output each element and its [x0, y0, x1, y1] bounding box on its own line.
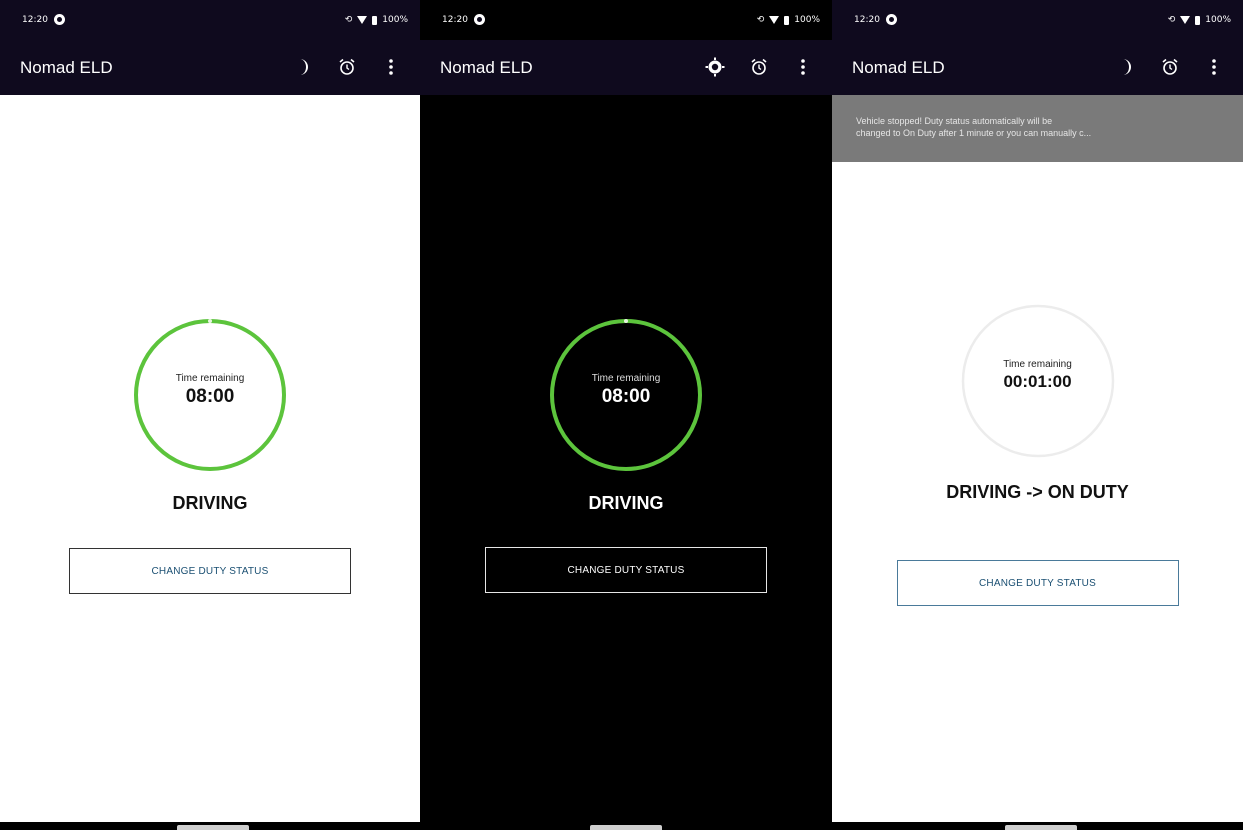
- time-remaining-value: 00:01:00: [1003, 372, 1072, 391]
- status-bar: 12:20 ⟲ 100%: [0, 0, 420, 40]
- app-title: Nomad ELD: [440, 58, 533, 77]
- screen-light-transition: 12:20 ⟲ 100% Nomad ELD Vehicle stopped! …: [832, 0, 1243, 830]
- app-title: Nomad ELD: [20, 58, 113, 77]
- status-time: 12:20: [442, 15, 468, 25]
- nav-bar: [420, 822, 832, 830]
- wifi-icon: [1180, 16, 1191, 24]
- alarm-icon[interactable]: [748, 56, 770, 78]
- app-toolbar: Nomad ELD: [0, 40, 420, 95]
- notification-icon: [474, 14, 485, 25]
- more-options-icon[interactable]: [380, 56, 402, 78]
- sun-icon[interactable]: [704, 56, 726, 78]
- time-remaining-label: Time remaining: [175, 373, 245, 384]
- time-remaining-value: 08:00: [601, 386, 651, 407]
- time-remaining-ring: Time remaining 08:00: [549, 318, 703, 472]
- home-indicator[interactable]: [177, 825, 249, 830]
- screen-light-driving: 12:20 ⟲ 100% Nomad ELD Time remaining 08…: [0, 0, 420, 830]
- time-remaining-value: 08:00: [185, 386, 235, 407]
- moon-icon[interactable]: [292, 56, 314, 78]
- change-duty-status-button[interactable]: CHANGE DUTY STATUS: [69, 548, 351, 594]
- moon-icon[interactable]: [1115, 56, 1137, 78]
- time-remaining-ring: Time remaining 00:01:00: [960, 303, 1116, 459]
- battery-level: 100%: [794, 15, 820, 25]
- nav-bar: [0, 822, 420, 830]
- app-toolbar: Nomad ELD: [832, 40, 1243, 95]
- time-remaining-label: Time remaining: [1003, 359, 1072, 370]
- status-time: 12:20: [22, 15, 48, 25]
- status-bar: 12:20 ⟲ 100%: [420, 0, 832, 40]
- change-duty-status-button[interactable]: CHANGE DUTY STATUS: [896, 560, 1179, 606]
- wifi-icon: [357, 16, 368, 24]
- battery-level: 100%: [382, 15, 408, 25]
- screen-dark-driving: 12:20 ⟲ 100% Nomad ELD Time remaining 08…: [420, 0, 832, 830]
- app-title: Nomad ELD: [852, 58, 945, 77]
- more-options-icon[interactable]: [792, 56, 814, 78]
- time-remaining-ring: Time remaining 08:00: [133, 318, 287, 472]
- status-bar: 12:20 ⟲ 100%: [832, 0, 1243, 40]
- battery-icon: [1195, 15, 1201, 25]
- battery-level: 100%: [1205, 15, 1231, 25]
- home-indicator[interactable]: [1005, 825, 1077, 830]
- notification-icon: [886, 14, 897, 25]
- banner-line-2: changed to On Duty after 1 minute or you…: [856, 128, 1092, 138]
- duty-status: DRIVING: [172, 493, 248, 513]
- banner-line-1: Vehicle stopped! Duty status automatical…: [856, 116, 1053, 126]
- alarm-icon[interactable]: [1159, 56, 1181, 78]
- sync-icon: ⟲: [344, 15, 353, 25]
- duty-status: DRIVING -> ON DUTY: [946, 482, 1129, 502]
- duty-status: DRIVING: [588, 493, 664, 513]
- sync-icon: ⟲: [1167, 15, 1176, 25]
- nav-bar: [832, 822, 1243, 830]
- notification-icon: [54, 14, 65, 25]
- status-time: 12:20: [854, 15, 880, 25]
- more-options-icon[interactable]: [1203, 56, 1225, 78]
- home-indicator[interactable]: [590, 825, 662, 830]
- time-remaining-label: Time remaining: [591, 373, 661, 384]
- sync-icon: ⟲: [756, 15, 765, 25]
- vehicle-stopped-banner: Vehicle stopped! Duty status automatical…: [832, 95, 1243, 162]
- app-toolbar: Nomad ELD: [420, 40, 832, 95]
- wifi-icon: [769, 16, 780, 24]
- alarm-icon[interactable]: [336, 56, 358, 78]
- battery-icon: [372, 15, 378, 25]
- change-duty-status-button[interactable]: CHANGE DUTY STATUS: [485, 547, 767, 593]
- battery-icon: [784, 15, 790, 25]
